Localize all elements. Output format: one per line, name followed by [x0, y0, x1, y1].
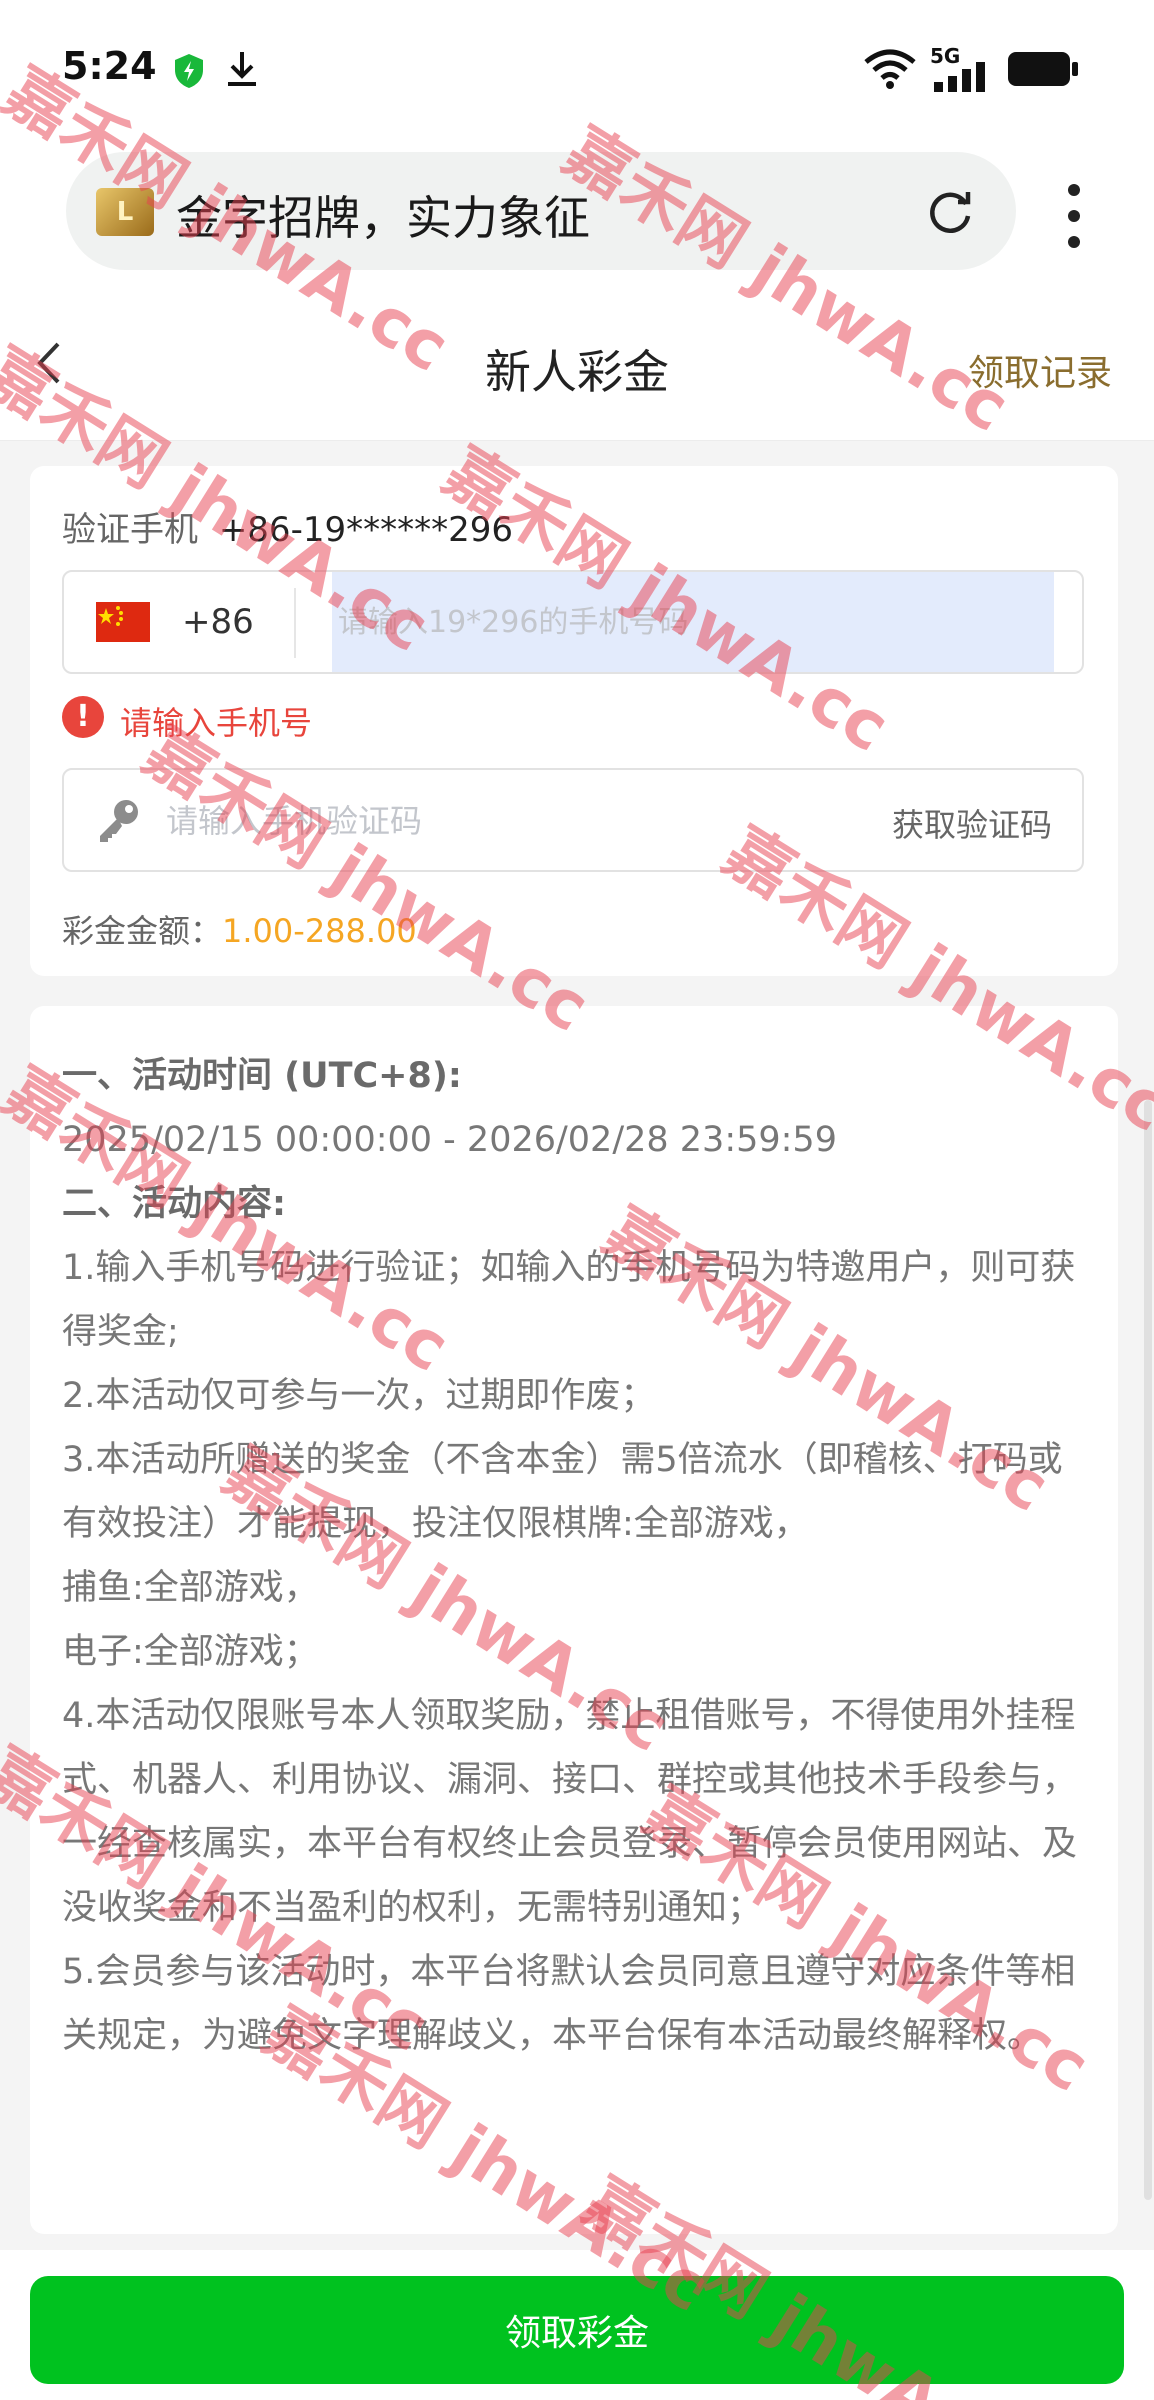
rules-heading-content: 二、活动内容: — [62, 1184, 286, 1224]
rules-card: 一、活动时间 (UTC+8): 2025/02/15 00:00:00 - 20… — [30, 1006, 1118, 2234]
error-icon: ! — [62, 696, 104, 738]
shield-icon — [175, 54, 203, 88]
claim-bonus-button[interactable]: 领取彩金 — [30, 2276, 1124, 2384]
rules-item-2: 2.本活动仅可参与一次，过期即作废； — [62, 1376, 656, 1416]
browser-page-title: 金字招牌，实力象征 — [176, 191, 590, 245]
battery-icon — [1008, 52, 1078, 86]
phone-input[interactable] — [332, 572, 1054, 672]
rules-item-5: 5.会员参与该活动时，本平台将默认会员同意且遵守对应条件等相关规定，为避免文字理… — [62, 1952, 1076, 2056]
rules-item-3: 3.本活动所赠送的奖金（不含本金）需5倍流水（即稽核、打码或有效投注）才能提现，… — [62, 1440, 1063, 1544]
rules-item-3c: 电子:全部游戏； — [62, 1632, 319, 1672]
verify-phone-row: 验证手机 +86-19******296 — [62, 502, 513, 551]
get-code-button[interactable]: 获取验证码 — [892, 800, 1052, 846]
app-header: 新人彩金 领取记录 — [0, 290, 1154, 441]
verification-card: 验证手机 +86-19******296 +86 ! 请输入手机号 — [30, 466, 1118, 976]
code-field-group: 获取验证码 — [62, 768, 1084, 872]
rules-item-3b: 捕鱼:全部游戏， — [62, 1568, 319, 1608]
scrollbar[interactable] — [1144, 1100, 1152, 2200]
country-code-selector[interactable]: +86 — [182, 602, 254, 642]
claim-record-link[interactable]: 领取记录 — [968, 344, 1112, 396]
browser-bar: L 金字招牌，实力象征 — [0, 140, 1154, 290]
rules-time-range: 2025/02/15 00:00:00 - 2026/02/28 23:59:5… — [62, 1120, 837, 1160]
verification-code-input[interactable] — [164, 770, 848, 872]
signal-icon — [934, 62, 985, 92]
status-time: 5:24 — [62, 44, 157, 88]
wifi-icon — [864, 49, 916, 89]
phone-field-group: +86 — [62, 570, 1084, 674]
field-divider — [294, 588, 296, 658]
verify-phone-number: +86-19******296 — [218, 510, 513, 550]
verify-phone-label: 验证手机 — [62, 510, 198, 550]
error-text: 请输入手机号 — [120, 704, 313, 742]
page: 5:24 5G L 金字招牌，实力象征 新人彩金 领取记录 验证手机 +86-1… — [0, 0, 1154, 2400]
site-logo: L — [96, 188, 154, 236]
bonus-amount-row: 彩金金额：1.00-288.00 — [62, 906, 417, 952]
address-bar[interactable]: L 金字招牌，实力象征 — [66, 152, 1016, 270]
bonus-amount-label: 彩金金额： — [62, 912, 223, 950]
rules-item-4: 4.本活动仅限账号本人领取奖励，禁止租借账号，不得使用外挂程式、机器人、利用协议… — [62, 1696, 1078, 1928]
bonus-amount-value: 1.00-288.00 — [222, 912, 417, 950]
bottom-bar: 领取彩金 — [0, 2250, 1154, 2400]
reload-icon[interactable] — [924, 186, 976, 238]
rules-heading-time: 一、活动时间 (UTC+8): — [62, 1056, 462, 1096]
status-bar: 5:24 5G — [0, 0, 1154, 140]
china-flag-icon[interactable] — [96, 602, 150, 642]
download-icon — [228, 52, 256, 86]
key-icon — [100, 800, 138, 842]
rules-item-1: 1.输入手机号码进行验证；如输入的手机号码为特邀用户，则可获得奖金; — [62, 1248, 1076, 1352]
more-options-icon[interactable] — [1054, 182, 1094, 252]
rules-text: 一、活动时间 (UTC+8): 2025/02/15 00:00:00 - 20… — [62, 1044, 1092, 2068]
